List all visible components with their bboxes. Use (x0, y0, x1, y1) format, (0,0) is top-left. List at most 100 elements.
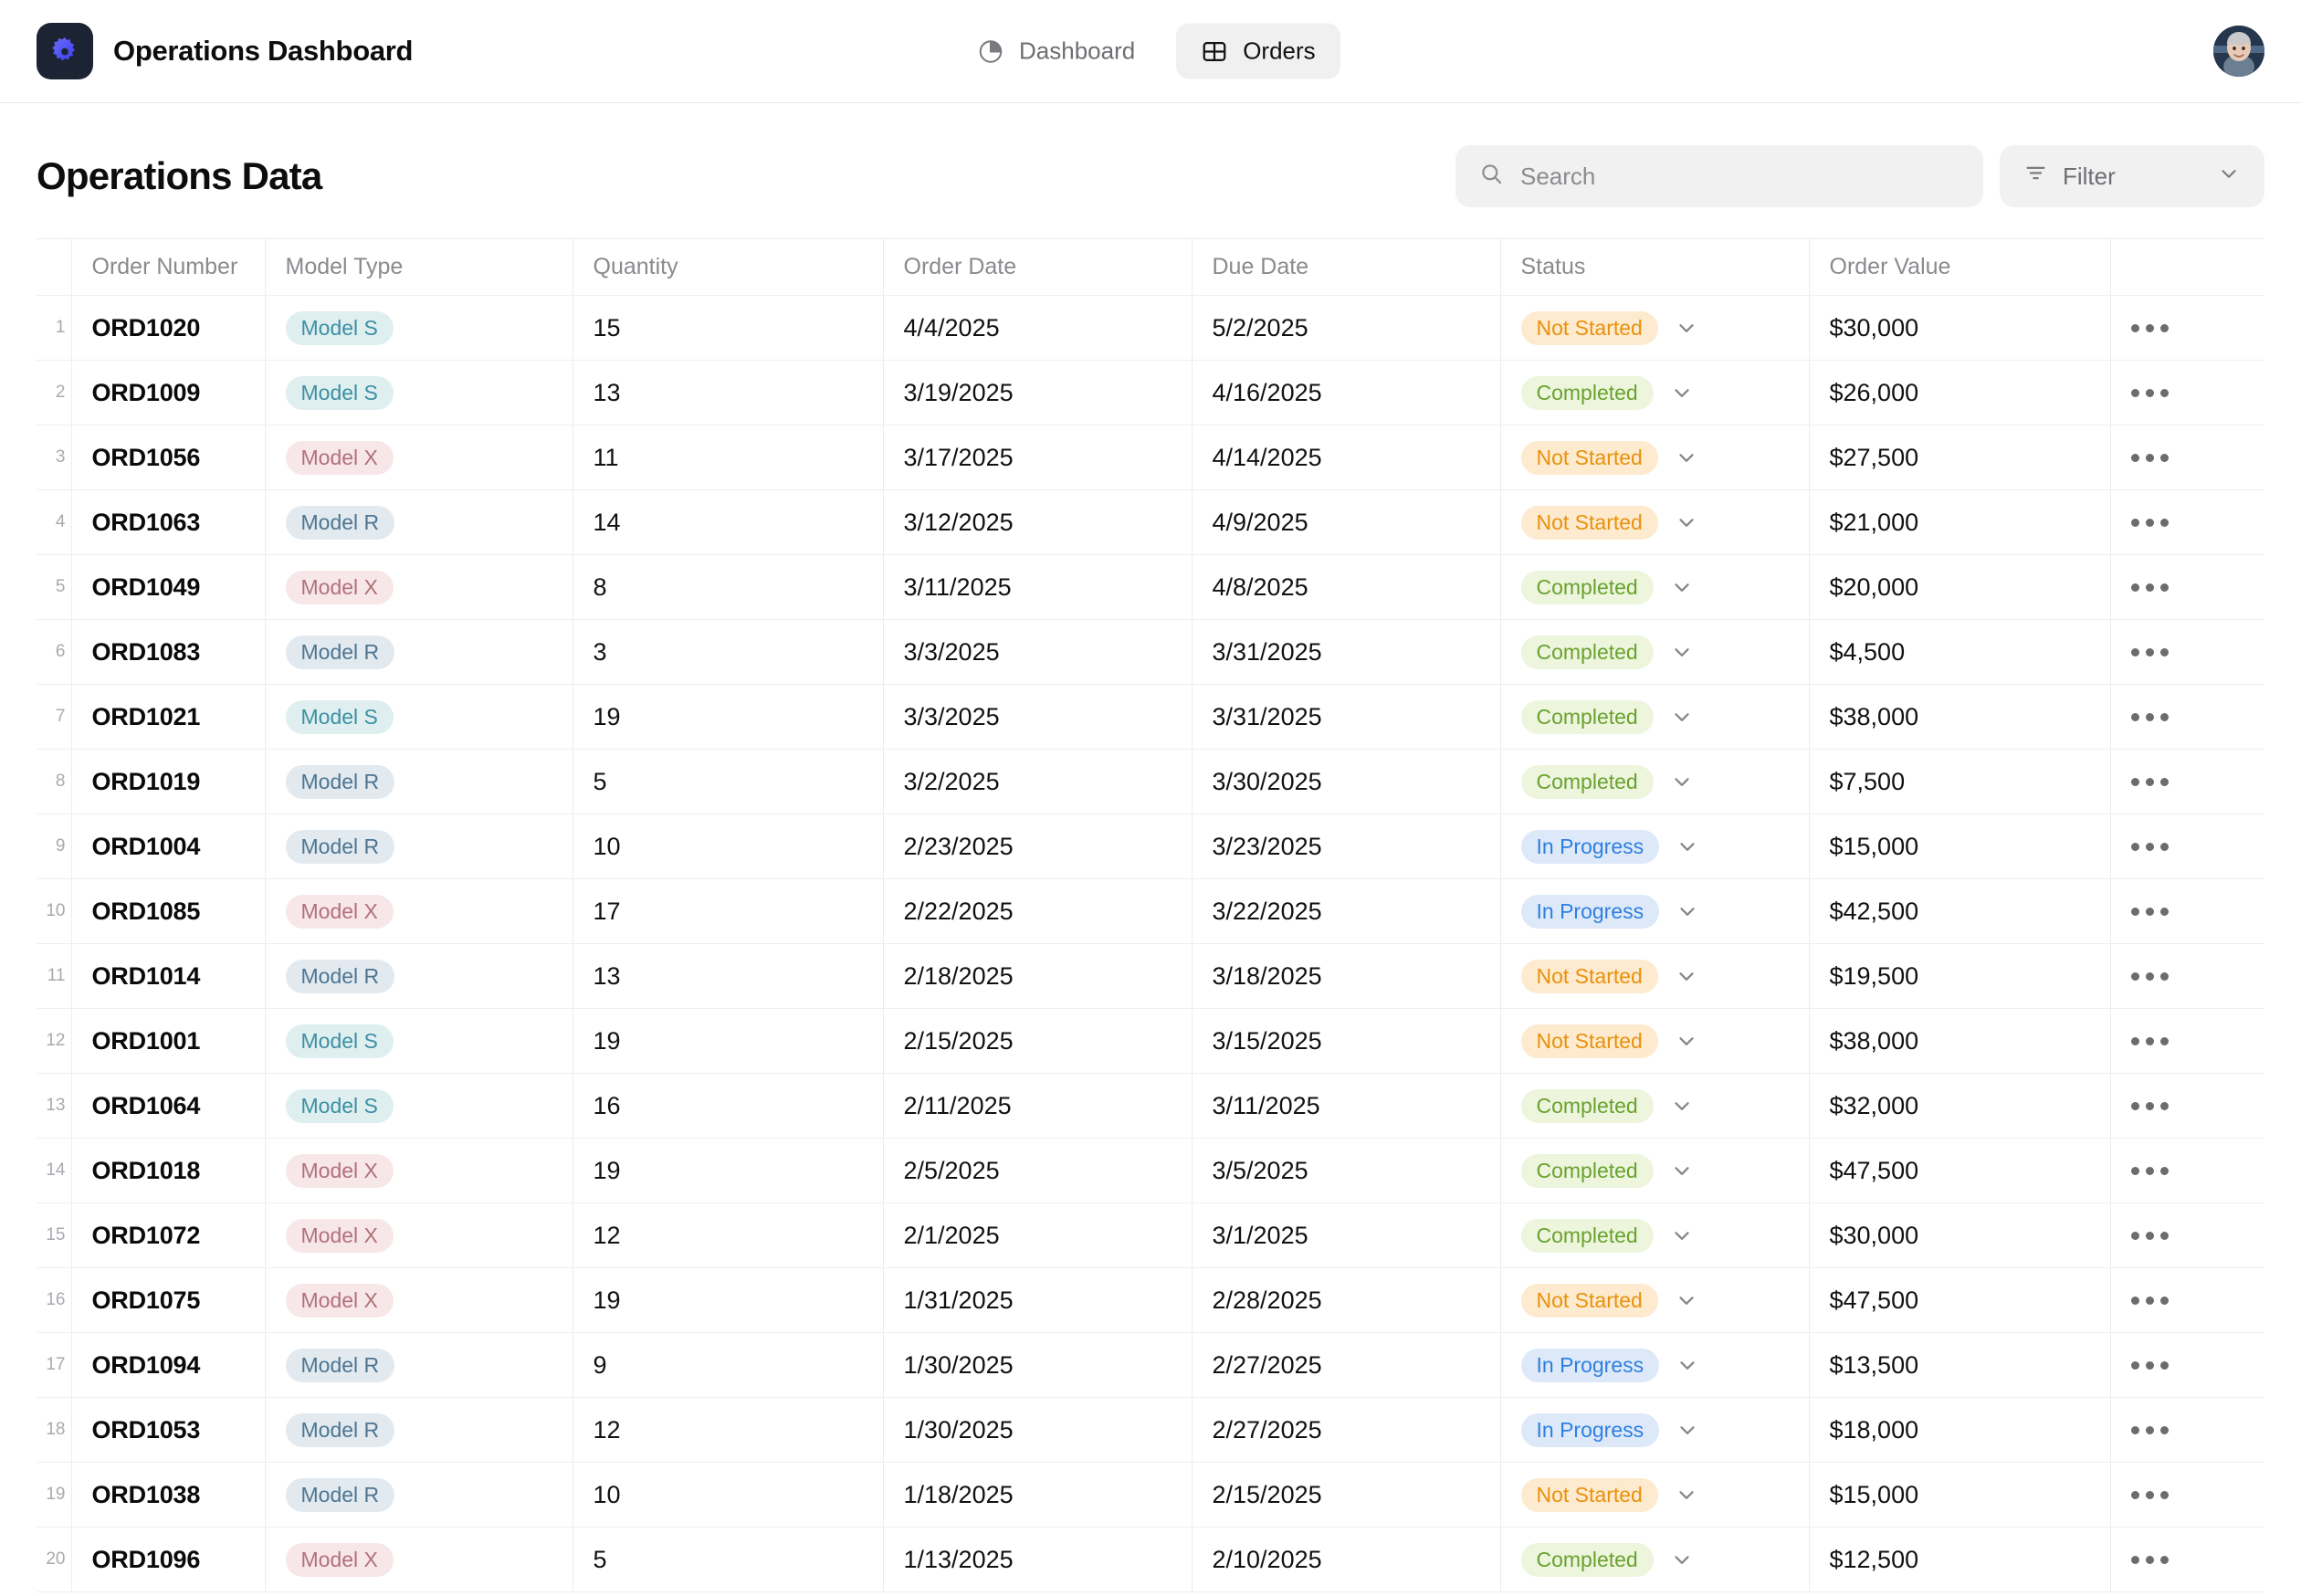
chevron-down-icon[interactable] (1676, 835, 1699, 858)
chevron-down-icon[interactable] (1675, 316, 1698, 340)
search-input[interactable] (1520, 162, 1960, 191)
more-options-icon[interactable] (2130, 388, 2173, 397)
chevron-down-icon[interactable] (1675, 446, 1698, 469)
table-row[interactable]: 17 ORD1094 Model R 9 1/30/2025 2/27/2025 In Pr… (37, 1332, 2264, 1398)
column-header-status[interactable]: Status (1500, 238, 1810, 296)
chevron-down-icon[interactable] (1676, 1418, 1699, 1442)
chevron-down-icon[interactable] (1676, 899, 1699, 923)
chevron-down-icon[interactable] (1675, 1029, 1698, 1053)
chevron-down-icon[interactable] (1670, 1159, 1694, 1182)
more-options-icon[interactable] (2130, 712, 2173, 721)
filter-button[interactable]: Filter (2000, 145, 2264, 207)
search-box[interactable] (1455, 145, 1983, 207)
table-row[interactable]: 10 ORD1085 Model X 17 2/22/2025 3/22/2025 In P… (37, 878, 2264, 944)
status-control[interactable]: Completed (1520, 375, 1789, 410)
more-options-icon[interactable] (2130, 1490, 2173, 1499)
status-control[interactable]: Completed (1520, 1153, 1789, 1188)
avatar[interactable] (2213, 26, 2264, 77)
cell-order-number: ORD1056 (71, 425, 266, 490)
status-control[interactable]: Not Started (1520, 440, 1789, 475)
chevron-down-icon[interactable] (1670, 705, 1694, 729)
status-control[interactable]: Not Started (1520, 1477, 1789, 1512)
row-index: 17 (37, 1332, 72, 1398)
chevron-down-icon[interactable] (1675, 510, 1698, 534)
more-options-icon[interactable] (2130, 907, 2173, 916)
chevron-down-icon[interactable] (1670, 640, 1694, 664)
cell-order-date: 1/18/2025 (883, 1462, 1193, 1528)
status-control[interactable]: In Progress (1520, 894, 1789, 929)
chevron-down-icon[interactable] (1675, 1288, 1698, 1312)
more-options-icon[interactable] (2130, 777, 2173, 786)
status-control[interactable]: Not Started (1520, 959, 1789, 993)
status-control[interactable]: Completed (1520, 1088, 1789, 1123)
table-row[interactable]: 7 ORD1021 Model S 19 3/3/2025 3/31/2025 Comple… (37, 684, 2264, 750)
table-row[interactable]: 6 ORD1083 Model R 3 3/3/2025 3/31/2025 Complet… (37, 619, 2264, 685)
more-options-icon[interactable] (2130, 842, 2173, 851)
status-control[interactable]: In Progress (1520, 1348, 1789, 1382)
chevron-down-icon[interactable] (1670, 575, 1694, 599)
table-row[interactable]: 9 ORD1004 Model R 10 2/23/2025 3/23/2025 In Pr… (37, 814, 2264, 879)
more-options-icon[interactable] (2130, 453, 2173, 462)
more-options-icon[interactable] (2130, 1166, 2173, 1175)
table-row[interactable]: 4 ORD1063 Model R 14 3/12/2025 4/9/2025 Not St… (37, 489, 2264, 555)
more-options-icon[interactable] (2130, 1231, 2173, 1240)
table-row[interactable]: 2 ORD1009 Model S 13 3/19/2025 4/16/2025 Compl… (37, 360, 2264, 425)
table-row[interactable]: 13 ORD1064 Model S 16 2/11/2025 3/11/2025 Comp… (37, 1073, 2264, 1139)
nav-item-dashboard[interactable]: Dashboard (952, 24, 1160, 79)
status-control[interactable]: Completed (1520, 1218, 1789, 1253)
cell-order-number: ORD1072 (71, 1202, 266, 1268)
column-header-due-date[interactable]: Due Date (1192, 238, 1501, 296)
more-options-icon[interactable] (2130, 1425, 2173, 1434)
table-row[interactable]: 11 ORD1014 Model R 13 2/18/2025 3/18/2025 Not … (37, 943, 2264, 1009)
chevron-down-icon[interactable] (1670, 1548, 1694, 1571)
more-options-icon[interactable] (2130, 1296, 2173, 1305)
chevron-down-icon[interactable] (1670, 1094, 1694, 1118)
more-options-icon[interactable] (2130, 323, 2173, 332)
nav-item-orders[interactable]: Orders (1176, 23, 1340, 79)
cell-order-date: 3/2/2025 (883, 749, 1193, 814)
table-row[interactable]: 5 ORD1049 Model X 8 3/11/2025 4/8/2025 Complet… (37, 554, 2264, 620)
more-options-icon[interactable] (2130, 971, 2173, 981)
table-row[interactable]: 14 ORD1018 Model X 19 2/5/2025 3/5/2025 Comple… (37, 1138, 2264, 1203)
status-control[interactable]: In Progress (1520, 1412, 1789, 1447)
status-control[interactable]: Completed (1520, 1542, 1789, 1577)
table-row[interactable]: 12 ORD1001 Model S 19 2/15/2025 3/15/2025 Not … (37, 1008, 2264, 1074)
cell-model-type: Model X (265, 425, 573, 490)
column-header-order-value[interactable]: Order Value (1809, 238, 2111, 296)
table-row[interactable]: 1 ORD1020 Model S 15 4/4/2025 5/2/2025 Not Sta… (37, 295, 2264, 361)
column-header-order-number[interactable]: Order Number (71, 238, 266, 296)
table-row[interactable]: 16 ORD1075 Model X 19 1/31/2025 2/28/2025 Not … (37, 1267, 2264, 1333)
table-row[interactable]: 8 ORD1019 Model R 5 3/2/2025 3/30/2025 Complet… (37, 749, 2264, 814)
cell-order-date: 3/12/2025 (883, 489, 1193, 555)
status-control[interactable]: Completed (1520, 635, 1789, 669)
more-options-icon[interactable] (2130, 647, 2173, 656)
chevron-down-icon[interactable] (1670, 381, 1694, 404)
column-header-model-type[interactable]: Model Type (265, 238, 573, 296)
table-row[interactable]: 3 ORD1056 Model X 11 3/17/2025 4/14/2025 Not S… (37, 425, 2264, 490)
table-row[interactable]: 19 ORD1038 Model R 10 1/18/2025 2/15/2025 Not … (37, 1462, 2264, 1528)
status-control[interactable]: In Progress (1520, 829, 1789, 864)
more-options-icon[interactable] (2130, 583, 2173, 592)
table-row[interactable]: 20 ORD1096 Model X 5 1/13/2025 2/10/2025 Compl… (37, 1527, 2264, 1592)
chevron-down-icon[interactable] (1676, 1353, 1699, 1377)
more-options-icon[interactable] (2130, 518, 2173, 527)
status-control[interactable]: Not Started (1520, 1024, 1789, 1058)
column-header-quantity[interactable]: Quantity (573, 238, 884, 296)
chevron-down-icon[interactable] (1670, 770, 1694, 793)
column-header-order-date[interactable]: Order Date (883, 238, 1193, 296)
table-row[interactable]: 15 ORD1072 Model X 12 2/1/2025 3/1/2025 Comple… (37, 1202, 2264, 1268)
more-options-icon[interactable] (2130, 1360, 2173, 1370)
status-control[interactable]: Not Started (1520, 505, 1789, 540)
status-control[interactable]: Completed (1520, 764, 1789, 799)
table-row[interactable]: 18 ORD1053 Model R 12 1/30/2025 2/27/2025 In P… (37, 1397, 2264, 1463)
status-control[interactable]: Not Started (1520, 310, 1789, 345)
chevron-down-icon[interactable] (1675, 964, 1698, 988)
chevron-down-icon[interactable] (1670, 1223, 1694, 1247)
status-control[interactable]: Completed (1520, 570, 1789, 604)
chevron-down-icon[interactable] (1675, 1483, 1698, 1507)
status-control[interactable]: Not Started (1520, 1283, 1789, 1318)
more-options-icon[interactable] (2130, 1555, 2173, 1564)
more-options-icon[interactable] (2130, 1036, 2173, 1045)
status-control[interactable]: Completed (1520, 699, 1789, 734)
more-options-icon[interactable] (2130, 1101, 2173, 1110)
